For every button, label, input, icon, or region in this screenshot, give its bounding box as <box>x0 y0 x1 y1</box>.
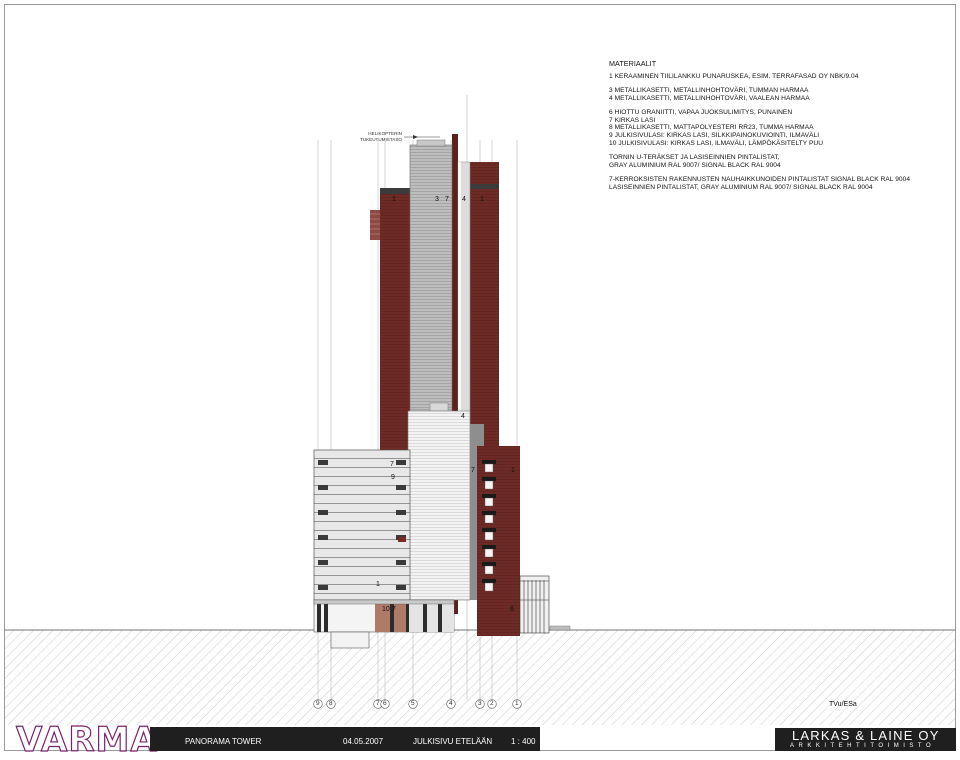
varma-logo: VARMA <box>15 719 158 760</box>
grid-axis-label: 4 <box>449 700 453 707</box>
callout-material: 1 <box>376 581 380 588</box>
callout-material: 7 <box>390 461 394 468</box>
firm-name: LARKAS & LAINE OY <box>792 728 940 743</box>
tower-brick-right <box>470 162 499 452</box>
left-wing <box>313 449 411 601</box>
callout-material: 9 <box>391 474 395 481</box>
legend-line: LASISEINNIEN PINTALISTAT, GRAY ALUMINIUM… <box>609 183 873 191</box>
tower-brick-left <box>380 194 410 454</box>
callout-material: 1 <box>392 196 396 203</box>
callout-material: 7 <box>392 606 396 613</box>
legend-line: GRAY ALUMINIUM RAL 9007/ SIGNAL BLACK RA… <box>609 162 781 170</box>
grid-axis-label: 8 <box>329 700 333 707</box>
callout-material: 4 <box>461 413 465 420</box>
callout-material: 7 <box>445 196 449 203</box>
callout-material: 1 <box>480 196 484 203</box>
firm-subtitle: ARKKITEHTITOIMISTO <box>790 743 936 749</box>
callout-material: 4 <box>462 196 466 203</box>
legend-line: 7 KIRKAS LASI <box>609 116 656 124</box>
tower-glass <box>407 410 471 601</box>
tower-metal-dark <box>409 144 453 411</box>
legend-line: 6 HIOTTU GRANIITTI, VAPAA JUOKSULIMITYS,… <box>609 108 793 116</box>
legend-line: 1 KERAAMINEN TIILILANKKU PUNARUSKEA, ESI… <box>609 72 859 80</box>
legend-line: TORNIN U-TERÄKSET JA LASISEINNIEN PINTAL… <box>609 154 780 162</box>
legend-line: 4 METALLIKASETTI, METALLINHOHTOVÄRI, VAA… <box>609 94 810 102</box>
legend-line: 7-KERROKSISTEN RAKENNUSTEN NAUHAIKKUNOID… <box>609 175 911 183</box>
callout-material: 6 <box>510 606 514 613</box>
heli-label: HELIKOPTERIN TUKEUTUMISTASO <box>352 131 402 142</box>
grid-axis-label: 9 <box>316 700 320 707</box>
drawing-date: 04.05.2007 <box>343 737 384 746</box>
grid-axis-label: 7 <box>376 700 380 707</box>
callout-material: 1 <box>511 467 515 474</box>
drawing-scale: 1 : 400 <box>511 737 536 746</box>
callout-material: 10 <box>382 606 390 613</box>
grid-axis-label: 5 <box>411 700 415 707</box>
sheet-title: JULKISIVU ETELÄÄN <box>413 737 493 746</box>
grid-axis-label: 1 <box>515 700 519 707</box>
grid-axis-label: 2 <box>490 700 494 707</box>
project-name: PANORAMA TOWER <box>185 737 262 746</box>
grid-axis-label: 6 <box>383 700 387 707</box>
ground-hatch <box>5 630 955 725</box>
author-initials: TVu/ESa <box>829 701 857 708</box>
legend-line: 10 JULKISIVULASI: KIRKAS LASI, ILMAVÄLI,… <box>609 140 824 148</box>
right-pavilion <box>519 575 550 634</box>
legend-title: MATERIAALIT <box>609 59 657 68</box>
materials-legend: MATERIAALIT 1 KERAAMINEN TIILILANKKU PUN… <box>609 60 954 192</box>
heli-label-line-2: TUKEUTUMISTASO <box>359 136 402 142</box>
grid-axis-label: 3 <box>478 700 482 707</box>
callout-material: 7 <box>471 467 475 474</box>
legend-line: 3 METALLIKASETTI, METALLINHOHTOVÄRI, TUM… <box>609 86 809 94</box>
callout-material: 3 <box>435 196 439 203</box>
